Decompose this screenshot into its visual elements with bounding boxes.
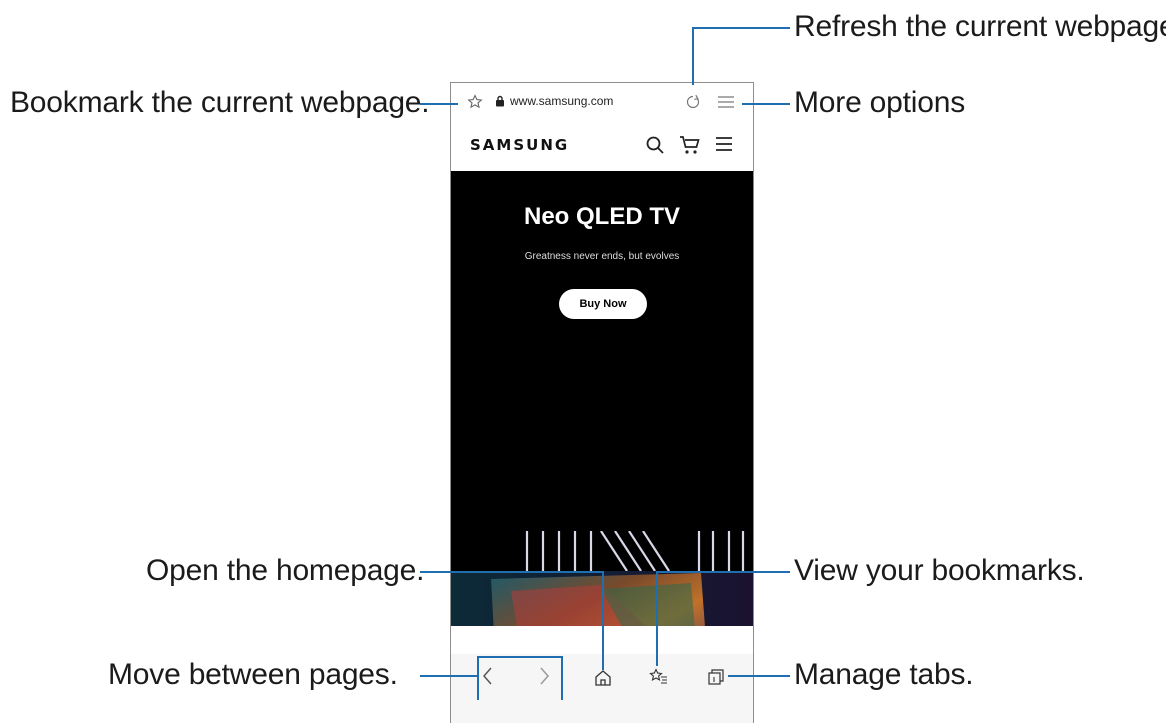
leader-refresh-h — [694, 27, 790, 29]
lock-icon — [495, 95, 505, 110]
callout-bookmark: Bookmark the current webpage. — [10, 86, 430, 119]
hero-title: Neo QLED TV — [523, 203, 680, 230]
leader-more-options — [742, 103, 790, 105]
site-header: SAMSUNG — [451, 121, 753, 171]
cart-icon[interactable] — [679, 135, 701, 160]
callout-move-pages: Move between pages. — [108, 658, 398, 691]
callout-manage-tabs: Manage tabs. — [794, 658, 974, 691]
hero-subtitle: Greatness never ends, but evolves — [524, 251, 680, 262]
hero-banner: Neo QLED TV Greatness never ends, but ev… — [451, 171, 753, 714]
leader-homepage-h — [420, 571, 604, 573]
tabs-icon[interactable] — [707, 668, 725, 691]
leader-bookmarks-h — [658, 571, 790, 573]
address-bar: www.samsung.com — [451, 83, 753, 121]
site-menu-icon[interactable] — [715, 135, 733, 158]
home-icon[interactable] — [594, 669, 612, 692]
leader-refresh-v — [692, 27, 694, 85]
leader-bookmarks-v — [656, 571, 658, 666]
refresh-icon[interactable] — [685, 94, 701, 113]
callout-more-options: More options — [794, 86, 966, 119]
samsung-logo[interactable]: SAMSUNG — [470, 136, 569, 154]
url-text[interactable]: www.samsung.com — [510, 94, 613, 108]
leader-manage-tabs — [728, 675, 790, 677]
search-icon[interactable] — [645, 135, 665, 160]
leader-homepage-v — [602, 571, 604, 670]
more-options-icon[interactable] — [717, 95, 735, 112]
callout-homepage: Open the homepage. — [146, 554, 425, 587]
callout-bookmarks: View your bookmarks. — [794, 554, 1085, 587]
buy-now-button[interactable]: Buy Now — [559, 289, 647, 319]
nav-buttons-highlight — [477, 656, 563, 700]
callout-refresh: Refresh the current webpage. — [794, 10, 1166, 43]
leader-bookmark — [420, 103, 458, 105]
bookmark-add-icon[interactable] — [467, 94, 483, 113]
bookmarks-icon[interactable] — [649, 668, 669, 691]
leader-move-pages — [420, 675, 477, 677]
